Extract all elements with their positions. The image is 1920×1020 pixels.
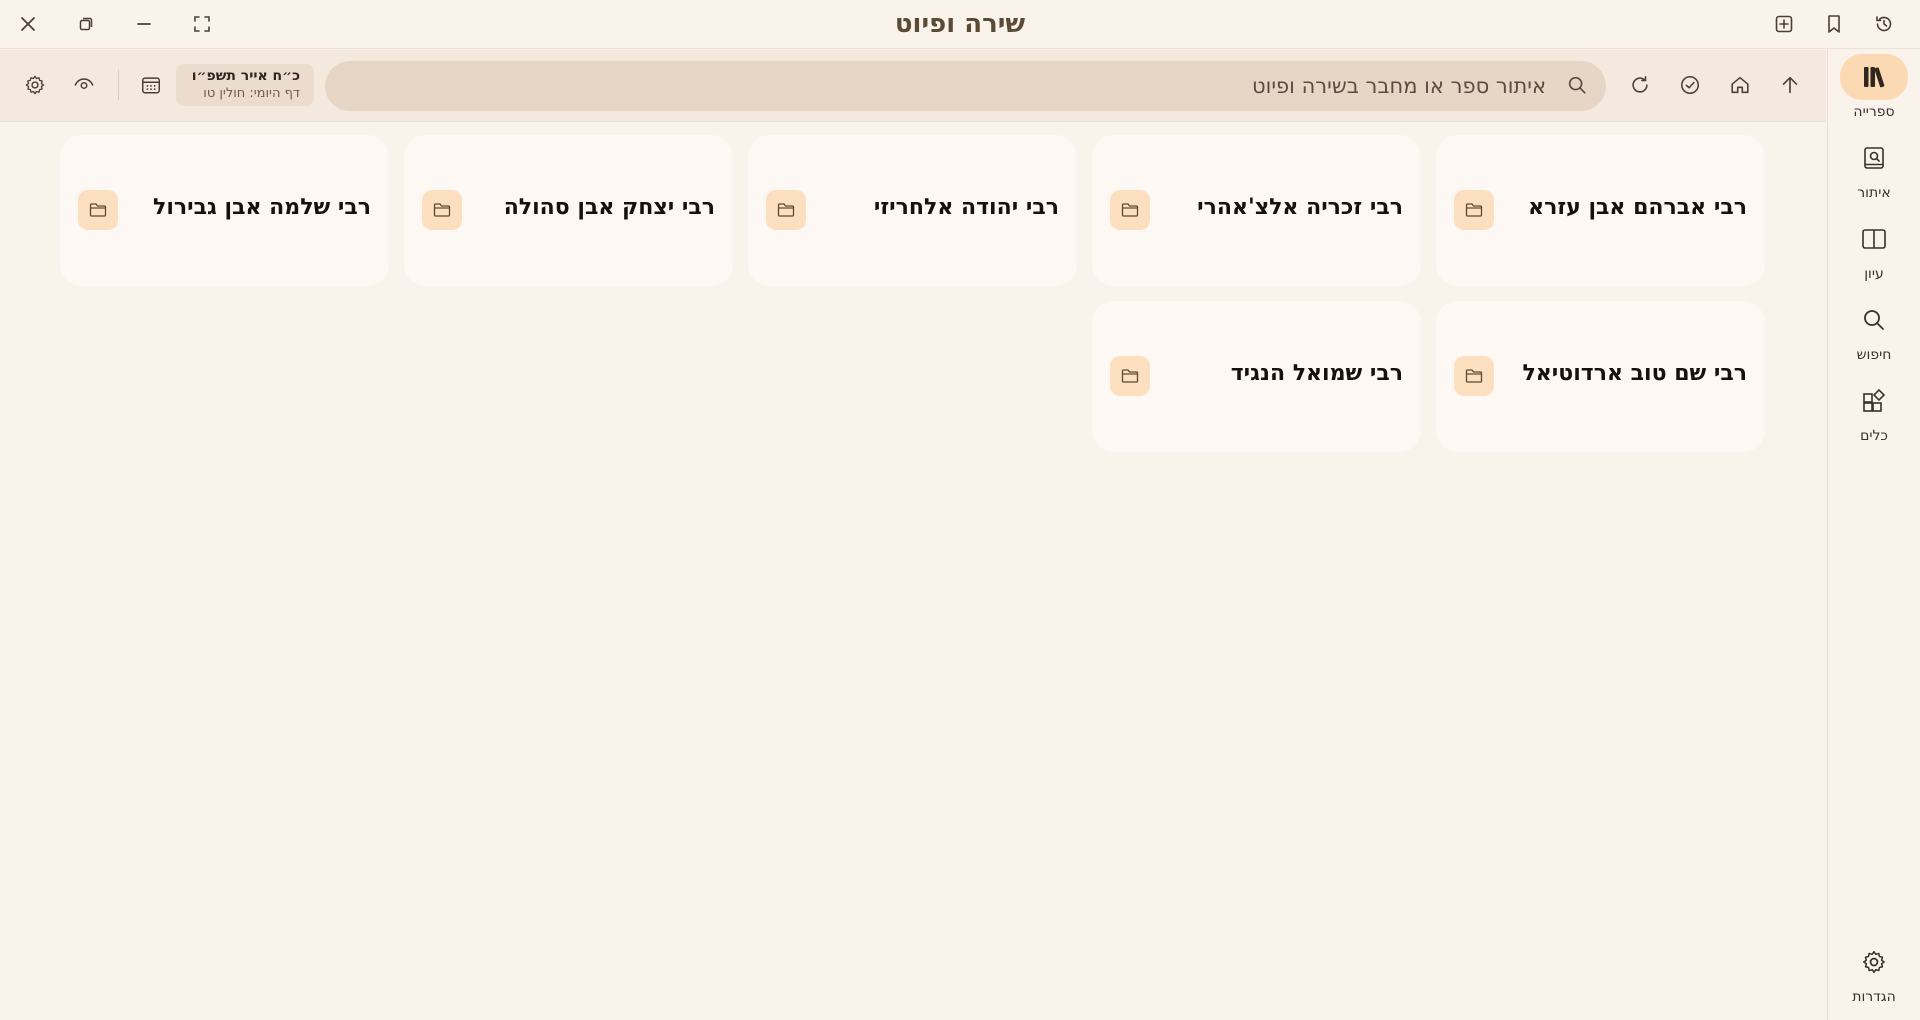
folder-icon: [422, 190, 462, 230]
find-book-icon: [1840, 135, 1908, 181]
check-circle-icon: [1680, 75, 1700, 95]
rail-item-tools[interactable]: כלים: [1838, 378, 1910, 454]
search-icon: [1566, 74, 1588, 96]
rail-label-settings: הגדרות: [1852, 989, 1896, 1005]
author-name: רבי שמואל הנגיד: [1230, 361, 1403, 386]
refresh-button[interactable]: [1622, 67, 1658, 103]
rail-item-find[interactable]: איתור: [1838, 135, 1910, 211]
gear-icon: [25, 75, 45, 95]
toolbar: כ״ח אייר תשפ״ו דף היומי: חולין טו איתור …: [0, 50, 1826, 122]
folder-icon: [1454, 356, 1494, 396]
window-title: שירה ופיוט: [894, 9, 1026, 39]
settings-button[interactable]: [17, 67, 53, 103]
home-button[interactable]: [1722, 67, 1758, 103]
rail-item-settings[interactable]: הגדרות: [1838, 939, 1910, 1015]
author-card[interactable]: רבי יהודה אלחריזי: [748, 135, 1077, 286]
rail-item-library[interactable]: ספרייה: [1838, 54, 1910, 130]
author-card[interactable]: רבי שם טוב ארדוטיאל: [1436, 301, 1765, 452]
folder-icon: [1454, 190, 1494, 230]
up-folder-button[interactable]: [1772, 67, 1808, 103]
bookmark-button[interactable]: [1818, 8, 1850, 40]
author-card[interactable]: רבי שלמה אבן גבירול: [60, 135, 389, 286]
author-name: רבי זכריה אלצ'אהרי: [1197, 195, 1403, 220]
title-bar: שירה ופיוט: [0, 0, 1920, 49]
author-name: רבי שלמה אבן גבירול: [153, 195, 371, 220]
add-box-icon: [1775, 15, 1793, 33]
refresh-icon: [1632, 75, 1648, 93]
title-actions: [1768, 8, 1900, 40]
author-card[interactable]: רבי יצחק אבן סהולה: [404, 135, 733, 286]
folder-icon: [1110, 356, 1150, 396]
search-placeholder: איתור ספר או מחבר בשירה ופיוט: [1252, 74, 1546, 98]
book-search-input[interactable]: איתור ספר או מחבר בשירה ופיוט: [325, 61, 1606, 111]
calendar-button[interactable]: [133, 67, 169, 103]
nav-rail: ספרייה איתור עיון חיפוש כלים הגדרות: [1827, 49, 1920, 1020]
rail-label-library: ספרייה: [1853, 104, 1895, 120]
history-icon: [1876, 16, 1892, 32]
search-icon: [1840, 297, 1908, 343]
rail-item-study[interactable]: עיון: [1838, 216, 1910, 292]
folder-icon: [766, 190, 806, 230]
new-tab-button[interactable]: [1768, 8, 1800, 40]
toolbar-divider: [118, 70, 119, 100]
library-icon: [1840, 54, 1908, 100]
gear-icon: [1840, 939, 1908, 985]
open-book-icon: [1840, 216, 1908, 262]
calendar-icon: [142, 77, 160, 94]
arrow-up-icon: [1782, 76, 1798, 94]
rail-label-study: עיון: [1864, 266, 1884, 282]
history-button[interactable]: [1868, 8, 1900, 40]
bookmark-icon: [1828, 15, 1840, 33]
author-name: רבי יצחק אבן סהולה: [503, 195, 715, 220]
mark-read-button[interactable]: [1672, 67, 1708, 103]
hebrew-date-chip[interactable]: כ״ח אייר תשפ״ו דף היומי: חולין טו: [176, 64, 314, 106]
rail-label-search: חיפוש: [1856, 347, 1892, 363]
daf-yomi: דף היומי: חולין טו: [203, 86, 300, 101]
author-name: רבי יהודה אלחריזי: [873, 195, 1059, 220]
tools-icon: [1840, 378, 1908, 424]
rail-label-tools: כלים: [1860, 428, 1888, 444]
eye-icon: [74, 78, 94, 89]
rail-item-search[interactable]: חיפוש: [1838, 297, 1910, 373]
author-card[interactable]: רבי שמואל הנגיד: [1092, 301, 1421, 452]
author-name: רבי שם טוב ארדוטיאל: [1522, 361, 1747, 386]
home-icon: [1731, 76, 1749, 94]
folder-icon: [78, 190, 118, 230]
author-card[interactable]: רבי זכריה אלצ'אהרי: [1092, 135, 1421, 286]
rail-label-find: איתור: [1857, 185, 1891, 201]
author-name: רבי אברהם אבן עזרא: [1528, 195, 1747, 220]
author-card[interactable]: רבי אברהם אבן עזרא: [1436, 135, 1765, 286]
folder-icon: [1110, 190, 1150, 230]
hebrew-date: כ״ח אייר תשפ״ו: [191, 68, 300, 84]
view-toggle-button[interactable]: [66, 67, 102, 103]
